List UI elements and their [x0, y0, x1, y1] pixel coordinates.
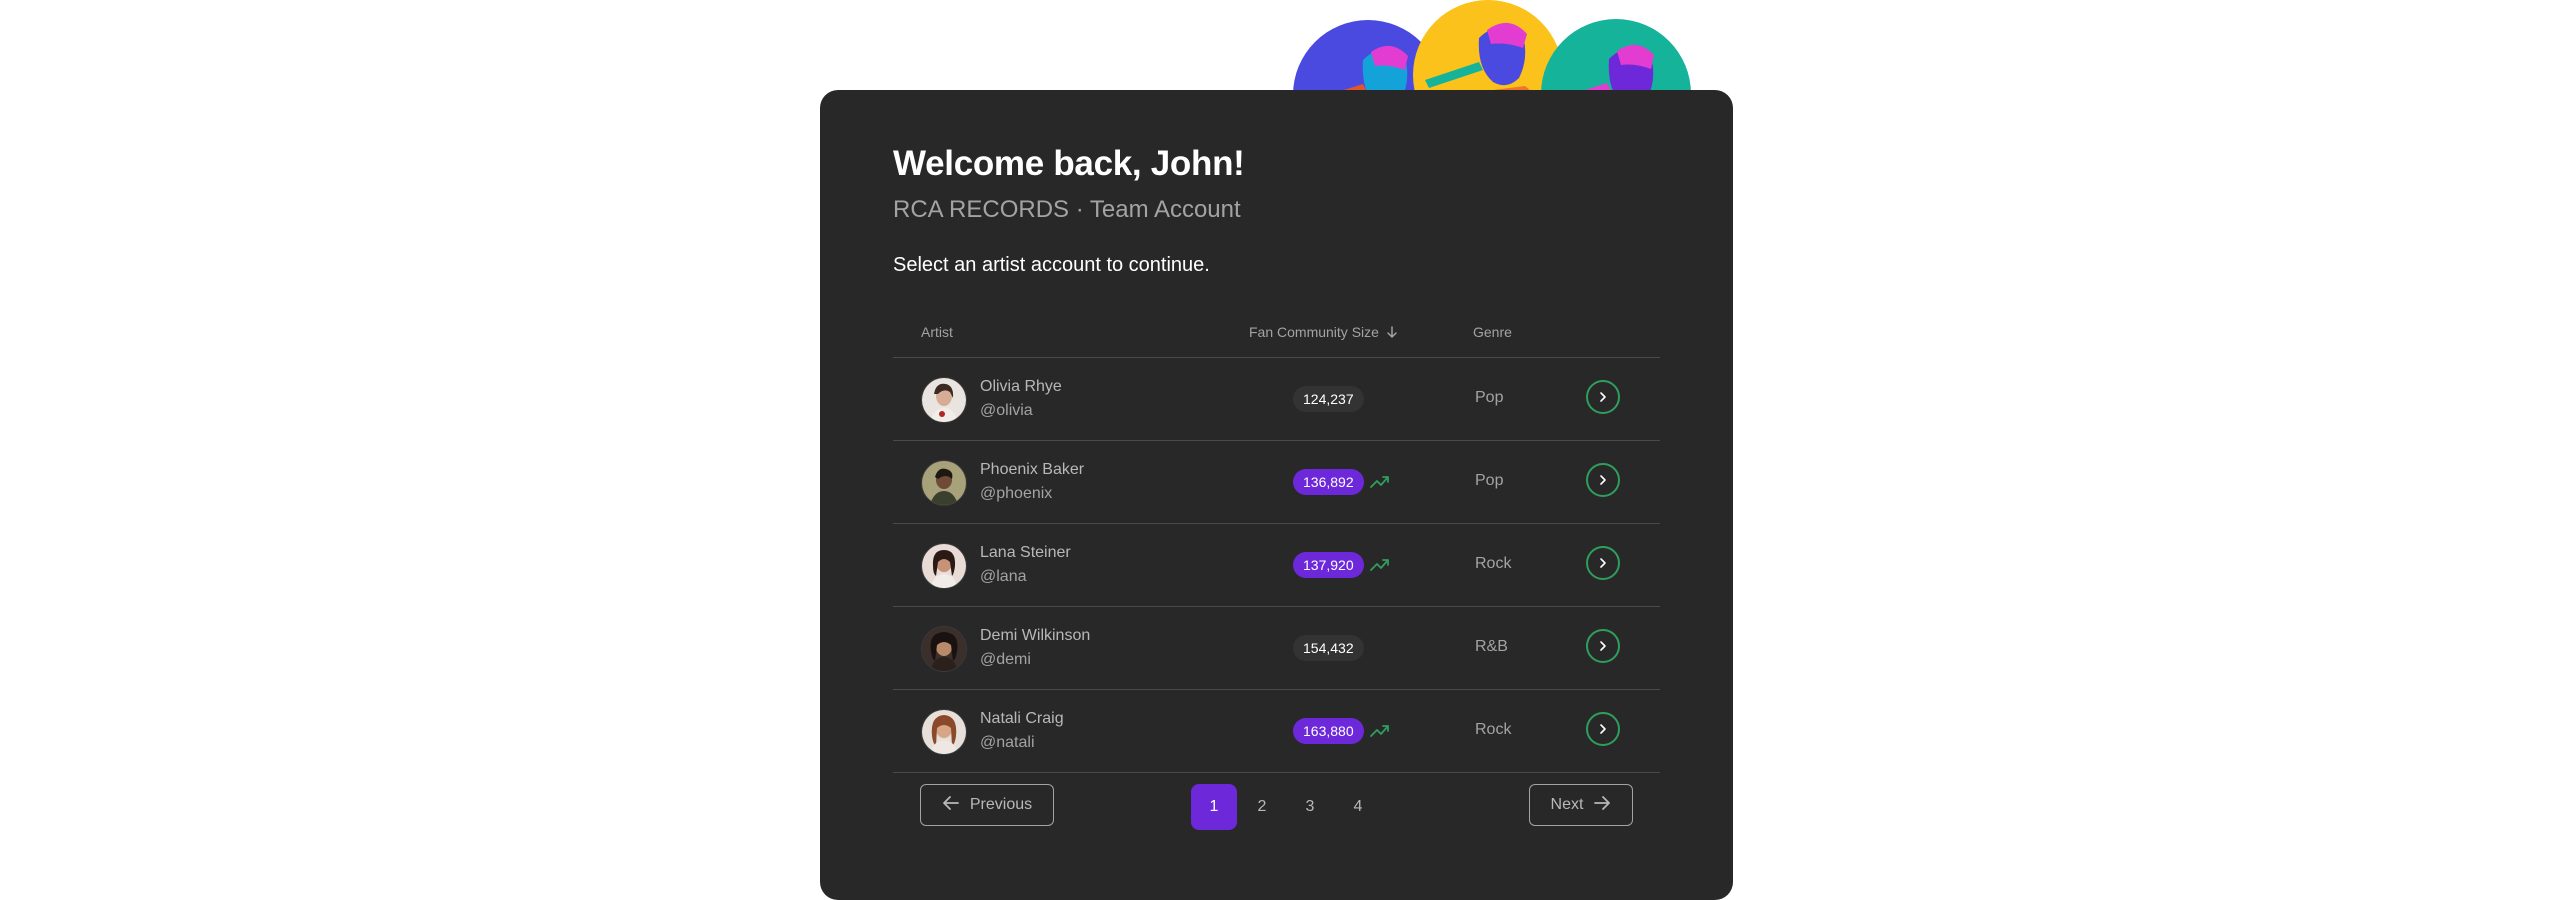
trend-up-icon [1369, 474, 1390, 490]
fan-count-badge: 136,892 [1293, 469, 1364, 495]
avatar [921, 626, 967, 672]
fan-count: 137,920 [1293, 552, 1390, 578]
fan-count: 163,880 [1293, 718, 1390, 744]
artist-name: Olivia Rhye [980, 378, 1062, 395]
page: Welcome back, John! RCA RECORDS · Team A… [0, 0, 2550, 900]
previous-label: Previous [969, 796, 1033, 813]
artist-handle: @phoenix [980, 485, 1053, 502]
column-header-fans[interactable]: Fan Community Size [1249, 324, 1399, 340]
instruction-text: Select an artist account to continue. [893, 254, 1210, 276]
table-row[interactable]: Demi Wilkinson @demi 154,432 R&B [893, 607, 1660, 690]
arrow-left-icon [942, 795, 960, 816]
fan-count-badge: 124,237 [1293, 386, 1364, 412]
chevron-right-icon [1596, 722, 1610, 736]
table-row[interactable]: Olivia Rhye @olivia 124,237 Pop [893, 358, 1660, 441]
open-artist-button[interactable] [1586, 463, 1620, 497]
artist-handle: @natali [980, 734, 1035, 751]
table-row[interactable]: Lana Steiner @lana 137,920 Rock [893, 524, 1660, 607]
table-row[interactable]: Phoenix Baker @phoenix 136,892 Pop [893, 441, 1660, 524]
column-header-label: Fan Community Size [1249, 324, 1379, 340]
chevron-right-icon [1596, 639, 1610, 653]
chevron-right-icon [1596, 390, 1610, 404]
avatar [921, 377, 967, 423]
page-number-2[interactable]: 2 [1239, 784, 1285, 830]
page-number-1[interactable]: 1 [1191, 784, 1237, 830]
column-header-label: Genre [1473, 324, 1512, 340]
genre-label: R&B [1475, 638, 1508, 655]
next-page-button[interactable]: Next [1529, 784, 1633, 826]
avatar [921, 460, 967, 506]
trend-up-icon [1369, 557, 1390, 573]
page-number-4[interactable]: 4 [1335, 784, 1381, 830]
fan-count: 124,237 [1293, 386, 1364, 412]
artist-name: Natali Craig [980, 710, 1064, 727]
previous-page-button[interactable]: Previous [920, 784, 1054, 826]
genre-label: Pop [1475, 389, 1504, 406]
genre-label: Pop [1475, 472, 1504, 489]
column-header-genre: Genre [1473, 324, 1512, 340]
fan-count: 154,432 [1293, 635, 1364, 661]
open-artist-button[interactable] [1586, 629, 1620, 663]
artist-handle: @lana [980, 568, 1027, 585]
artist-name: Lana Steiner [980, 544, 1071, 561]
artist-handle: @olivia [980, 402, 1033, 419]
artist-table: Artist Fan Community Size Genre Olivia R… [893, 312, 1660, 773]
table-header: Artist Fan Community Size Genre [893, 312, 1660, 358]
artist-name: Demi Wilkinson [980, 627, 1091, 644]
artist-name: Phoenix Baker [980, 461, 1085, 478]
arrow-right-icon [1593, 795, 1611, 816]
chevron-right-icon [1596, 473, 1610, 487]
fan-count-badge: 137,920 [1293, 552, 1364, 578]
table-row[interactable]: Natali Craig @natali 163,880 Rock [893, 690, 1660, 773]
genre-label: Rock [1475, 555, 1512, 572]
trend-up-icon [1369, 723, 1390, 739]
genre-label: Rock [1475, 721, 1512, 738]
account-subtitle: RCA RECORDS · Team Account [893, 196, 1241, 223]
avatar [921, 709, 967, 755]
next-label: Next [1550, 796, 1584, 813]
account-select-card: Welcome back, John! RCA RECORDS · Team A… [820, 90, 1733, 900]
open-artist-button[interactable] [1586, 712, 1620, 746]
column-header-artist: Artist [921, 324, 953, 340]
page-number-3[interactable]: 3 [1287, 784, 1333, 830]
chevron-right-icon [1596, 556, 1610, 570]
open-artist-button[interactable] [1586, 546, 1620, 580]
fan-count-badge: 154,432 [1293, 635, 1364, 661]
avatar [921, 543, 967, 589]
fan-count-badge: 163,880 [1293, 718, 1364, 744]
open-artist-button[interactable] [1586, 380, 1620, 414]
artist-handle: @demi [980, 651, 1031, 668]
pagination: Previous 1 2 3 4 Next [893, 784, 1660, 830]
fan-count: 136,892 [1293, 469, 1390, 495]
page-title: Welcome back, John! [893, 144, 1245, 183]
arrow-down-icon[interactable] [1385, 325, 1399, 339]
column-header-label: Artist [921, 324, 953, 340]
